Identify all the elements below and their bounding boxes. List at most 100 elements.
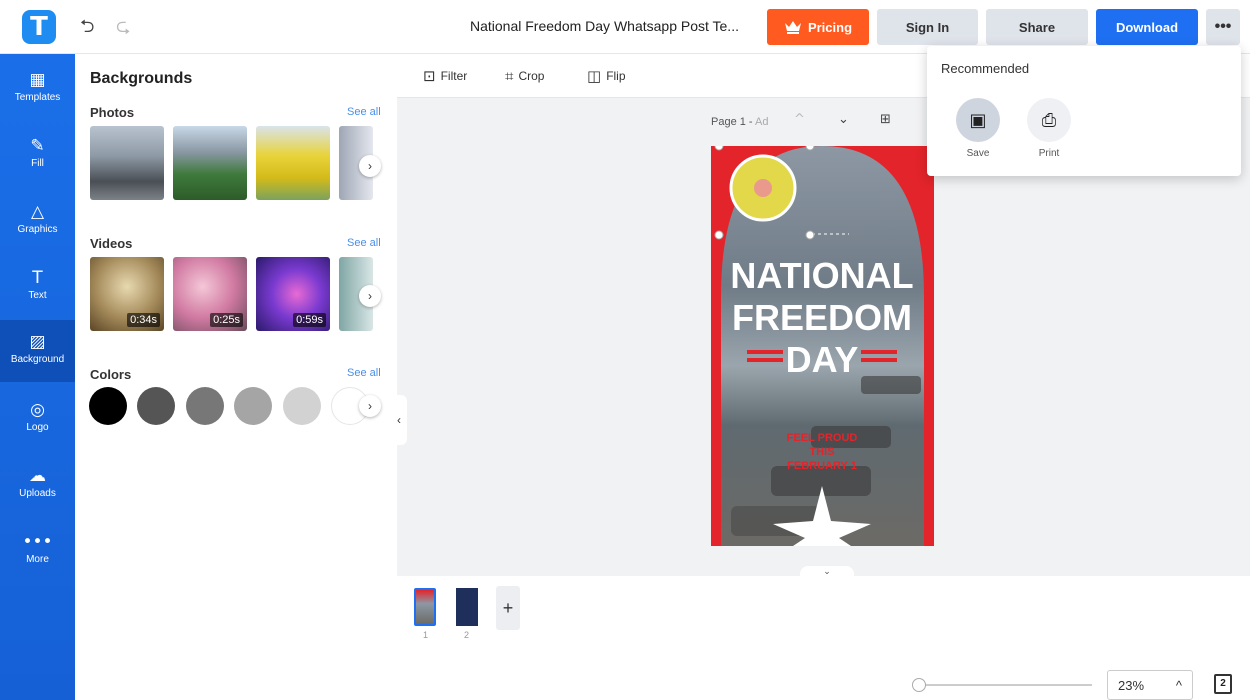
photo-thumb-mountain[interactable]: [173, 126, 247, 200]
zoom-slider-track[interactable]: [914, 684, 1092, 686]
crop-label: Crop: [518, 69, 545, 83]
canvas-tagline-2[interactable]: THIS: [809, 446, 834, 458]
page-up-icon[interactable]: ^: [794, 112, 805, 127]
rail-item-label: Uploads: [19, 488, 56, 499]
crop-icon: ⌗: [505, 67, 514, 85]
page-label-text: Page 1 -: [711, 116, 753, 128]
canvas-line-2[interactable]: FREEDOM: [732, 297, 912, 338]
videos-next-arrow-icon[interactable]: ›: [359, 285, 381, 307]
photos-see-all-link[interactable]: See all: [347, 106, 381, 118]
canvas-line-1[interactable]: NATIONAL: [730, 255, 913, 296]
rail-item-label: Fill: [31, 158, 44, 169]
pencil-icon: ✎: [30, 136, 45, 156]
zoom-select[interactable]: 23% ^: [1107, 670, 1193, 700]
rail-item-label: Background: [10, 354, 65, 365]
left-rail: ▦ Templates ✎ Fill △ Graphics T Text ▨ Backgr…: [0, 54, 75, 700]
page-number: 2: [464, 630, 470, 640]
more-dots-icon: •••: [22, 532, 53, 552]
rail-item-more[interactable]: ••• More: [0, 520, 75, 582]
page-count-icon[interactable]: 2: [1214, 674, 1232, 694]
color-swatch-black[interactable]: [89, 387, 127, 425]
download-options-popup: Recommended ▣ Save ⎙ Print: [927, 46, 1241, 176]
background-icon: ▨: [29, 332, 46, 352]
undo-icon[interactable]: ⮌: [80, 14, 94, 44]
photos-next-arrow-icon[interactable]: ›: [359, 155, 381, 177]
rail-item-label: More: [26, 554, 49, 565]
print-button[interactable]: ⎙ Print: [1026, 98, 1072, 159]
print-icon: ⎙: [1027, 98, 1071, 142]
page-down-icon[interactable]: ⌄: [838, 112, 849, 127]
color-swatch-gray[interactable]: [186, 387, 224, 425]
video-thumb-forest[interactable]: 0:34s: [90, 257, 164, 331]
popup-title: Recommended: [941, 61, 1030, 76]
backgrounds-panel: Backgrounds Photos See all › Videos See …: [75, 54, 397, 700]
add-page-icon[interactable]: ⊞: [880, 112, 891, 127]
document-title[interactable]: National Freedom Day Whatsapp Post Te...: [470, 18, 739, 34]
rail-item-text[interactable]: T Text: [0, 256, 75, 318]
color-swatch-mid-gray[interactable]: [234, 387, 272, 425]
chevron-up-icon: ^: [1175, 677, 1182, 693]
photo-thumb-beach[interactable]: [90, 126, 164, 200]
download-button[interactable]: Download: [1096, 9, 1198, 45]
page-label-suffix: Ad: [755, 116, 769, 128]
canvas-tagline-3[interactable]: FEBRUARY 1: [787, 460, 857, 472]
save-label: Save: [966, 148, 990, 159]
photos-label: Photos: [90, 105, 135, 120]
panel-title: Backgrounds: [90, 70, 193, 87]
zoom-value: 23%: [1118, 677, 1145, 693]
redo-icon[interactable]: ⮎: [116, 14, 130, 44]
rail-item-logo[interactable]: ◎ Logo: [0, 388, 75, 450]
upload-cloud-icon: ☁: [29, 466, 46, 486]
crop-button[interactable]: ⌗ Crop: [505, 67, 544, 85]
pricing-button[interactable]: Pricing: [767, 9, 869, 45]
videos-see-all-link[interactable]: See all: [347, 237, 381, 249]
rail-item-label: Graphics: [17, 224, 58, 235]
app-logo[interactable]: T: [22, 10, 56, 44]
pricing-label: Pricing: [807, 19, 853, 35]
flip-label: Flip: [606, 69, 626, 83]
filter-button[interactable]: ⊡ Filter: [423, 67, 467, 85]
rail-item-label: Templates: [14, 92, 61, 103]
rail-item-label: Text: [28, 290, 47, 301]
colors-see-all-link[interactable]: See all: [347, 367, 381, 379]
canvas-artwork: NATIONAL FREEDOM DAY FEEL PROUD THIS FEB…: [711, 146, 934, 546]
photo-thumb-van[interactable]: [256, 126, 330, 200]
sign-in-button[interactable]: Sign In: [877, 9, 978, 45]
share-button[interactable]: Share: [986, 9, 1088, 45]
canvas-tagline-1[interactable]: FEEL PROUD: [787, 432, 858, 444]
rail-item-fill[interactable]: ✎ Fill: [0, 124, 75, 186]
color-swatch-light-gray[interactable]: [283, 387, 321, 425]
rail-item-label: Logo: [26, 422, 49, 433]
design-canvas[interactable]: NATIONAL FREEDOM DAY FEEL PROUD THIS FEB…: [711, 146, 934, 546]
rail-item-background[interactable]: ▨ Background: [0, 320, 75, 382]
zoom-slider-handle[interactable]: [912, 678, 926, 692]
page-label[interactable]: Page 1 - Ad: [711, 116, 769, 128]
rail-item-graphics[interactable]: △ Graphics: [0, 190, 75, 252]
templates-icon: ▦: [29, 70, 46, 90]
rail-item-uploads[interactable]: ☁ Uploads: [0, 454, 75, 516]
video-thumb-smoke[interactable]: 0:59s: [256, 257, 330, 331]
color-swatch-dark-gray[interactable]: [137, 387, 175, 425]
canvas-line-3[interactable]: DAY: [786, 339, 859, 380]
text-icon: T: [32, 268, 43, 288]
page-number: 1: [423, 630, 429, 640]
rail-item-templates[interactable]: ▦ Templates: [0, 58, 75, 120]
colors-label: Colors: [90, 367, 132, 382]
collapse-panel-icon[interactable]: ‹: [397, 395, 407, 445]
more-options-button[interactable]: •••: [1206, 9, 1240, 45]
add-page-button[interactable]: +: [496, 586, 520, 630]
video-thumb-blossom[interactable]: 0:25s: [173, 257, 247, 331]
filter-icon: ⊡: [423, 67, 436, 85]
colors-next-arrow-icon[interactable]: ›: [359, 395, 381, 417]
flip-button[interactable]: ◫ Flip: [587, 67, 626, 85]
print-label: Print: [1038, 148, 1060, 159]
video-duration: 0:25s: [210, 313, 243, 327]
shapes-icon: △: [30, 202, 45, 222]
page-thumb-1[interactable]: [414, 588, 436, 626]
filter-label: Filter: [440, 69, 468, 83]
save-icon: ▣: [956, 98, 1000, 142]
page-thumb-2[interactable]: [456, 588, 478, 626]
videos-label: Videos: [90, 236, 133, 251]
video-duration: 0:59s: [293, 313, 326, 327]
save-button[interactable]: ▣ Save: [955, 98, 1001, 159]
